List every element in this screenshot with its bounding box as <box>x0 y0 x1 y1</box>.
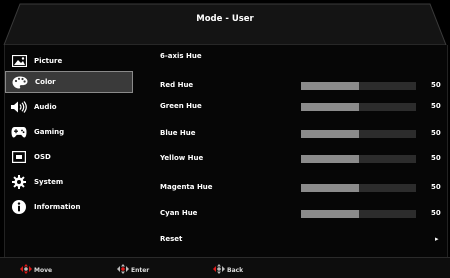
setting-label: Red Hue <box>160 81 194 89</box>
sidebar-item-color[interactable]: Color <box>5 71 133 93</box>
sidebar: Picture Color Audio Gaming OSD System In… <box>5 45 137 257</box>
setting-row-reset[interactable]: Reset ▸ <box>160 234 442 246</box>
sidebar-item-label: Gaming <box>34 128 65 136</box>
reset-label: Reset <box>160 235 183 243</box>
sidebar-item-picture[interactable]: Picture <box>5 50 133 72</box>
slider-fill <box>301 210 359 218</box>
setting-value: 50 <box>431 81 441 89</box>
cyan-hue-slider[interactable] <box>301 210 416 218</box>
setting-value: 50 <box>431 209 441 217</box>
hint-label: Enter <box>131 266 150 274</box>
gamepad-icon <box>11 124 27 140</box>
green-hue-slider[interactable] <box>301 103 416 111</box>
setting-value: 50 <box>431 154 441 162</box>
setting-label: Magenta Hue <box>160 183 213 191</box>
settings-content: 6-axis Hue Red Hue 50 Green Hue 50 Blue … <box>155 45 447 257</box>
red-hue-slider[interactable] <box>301 82 416 90</box>
setting-label: Yellow Hue <box>160 154 204 162</box>
chevron-right-icon: ▸ <box>435 235 439 243</box>
setting-label: Cyan Hue <box>160 209 198 217</box>
hint-label: Move <box>34 266 53 274</box>
blue-hue-slider[interactable] <box>301 130 416 138</box>
sidebar-item-label: Information <box>34 203 81 211</box>
hint-back: Back <box>213 264 243 276</box>
page-title: Mode - User <box>196 14 254 24</box>
slider-fill <box>301 155 359 163</box>
sidebar-item-audio[interactable]: Audio <box>5 96 133 118</box>
hint-enter: Enter <box>117 264 149 276</box>
sidebar-item-gaming[interactable]: Gaming <box>5 121 133 143</box>
dpad-back-icon <box>213 264 227 276</box>
setting-row-yellow-hue[interactable]: Yellow Hue 50 <box>160 153 442 165</box>
setting-label: Green Hue <box>160 102 202 110</box>
sidebar-item-label: Picture <box>34 57 63 65</box>
hint-label: Back <box>227 266 244 274</box>
slider-fill <box>301 103 359 111</box>
section-heading: 6-axis Hue <box>160 52 202 60</box>
speaker-icon <box>11 99 27 115</box>
sidebar-item-label: System <box>34 178 64 186</box>
setting-label: Blue Hue <box>160 129 196 137</box>
sidebar-item-information[interactable]: Information <box>5 196 133 218</box>
info-icon <box>11 199 27 215</box>
sidebar-item-label: Color <box>35 78 56 86</box>
dpad-enter-icon <box>117 264 131 276</box>
title-bar: Mode - User <box>0 0 450 45</box>
osd-menu: Mode - User Picture Color Audio Gaming O… <box>0 0 450 278</box>
slider-fill <box>301 82 359 90</box>
slider-fill <box>301 130 359 138</box>
hint-move: Move <box>20 264 52 276</box>
dpad-move-icon <box>20 264 34 276</box>
setting-row-blue-hue[interactable]: Blue Hue 50 <box>160 128 442 140</box>
setting-value: 50 <box>431 183 441 191</box>
slider-fill <box>301 184 359 192</box>
menu-panel: Picture Color Audio Gaming OSD System In… <box>4 45 448 257</box>
palette-icon <box>12 74 28 90</box>
setting-value: 50 <box>431 129 441 137</box>
yellow-hue-slider[interactable] <box>301 155 416 163</box>
sidebar-item-osd[interactable]: OSD <box>5 146 133 168</box>
sidebar-item-label: Audio <box>34 103 57 111</box>
setting-row-magenta-hue[interactable]: Magenta Hue 50 <box>160 182 442 194</box>
footer-hints: Move Enter Back <box>0 257 450 278</box>
setting-value: 50 <box>431 102 441 110</box>
sidebar-item-system[interactable]: System <box>5 171 133 193</box>
setting-row-red-hue[interactable]: Red Hue 50 <box>160 80 442 92</box>
osd-icon <box>11 149 27 165</box>
sidebar-item-label: OSD <box>34 153 51 161</box>
gear-icon <box>11 174 27 190</box>
magenta-hue-slider[interactable] <box>301 184 416 192</box>
setting-row-cyan-hue[interactable]: Cyan Hue 50 <box>160 208 442 220</box>
picture-icon <box>11 53 27 69</box>
setting-row-green-hue[interactable]: Green Hue 50 <box>160 101 442 113</box>
